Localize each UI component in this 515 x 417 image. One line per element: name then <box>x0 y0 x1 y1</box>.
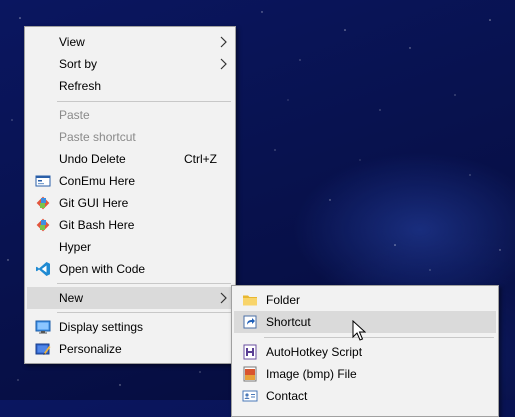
menu-item-open-with-code[interactable]: Open with Code <box>27 258 233 280</box>
submenu-item-image-bmp-file[interactable]: Image (bmp) File <box>234 363 496 385</box>
menu-item-label: Refresh <box>59 79 102 93</box>
menu-item-hyper[interactable]: Hyper <box>27 236 233 258</box>
menu-item-label: New <box>59 291 84 305</box>
submenu-item-autohotkey-script[interactable]: AutoHotkey Script <box>234 341 496 363</box>
autohotkey-icon <box>243 344 257 360</box>
menu-item-paste-shortcut: Paste shortcut <box>27 126 233 148</box>
bmp-icon <box>243 366 257 382</box>
menu-item-paste: Paste <box>27 104 233 126</box>
vscode-icon <box>36 262 50 276</box>
submenu-item-contact[interactable]: Contact <box>234 385 496 407</box>
menu-item-label: Git Bash Here <box>59 218 135 232</box>
menu-item-git-gui-here[interactable]: Git GUI Here <box>27 192 233 214</box>
menu-item-label: Personalize <box>59 342 122 356</box>
submenu-item-folder[interactable]: Folder <box>234 289 496 311</box>
menu-item-view[interactable]: View <box>27 31 233 53</box>
menu-item-label: Hyper <box>59 240 92 254</box>
chevron-right-icon <box>220 58 227 70</box>
menu-item-label: Paste shortcut <box>59 130 136 144</box>
new-submenu: Folder Shortcut AutoHotkey Script Image … <box>231 285 499 417</box>
menu-separator <box>57 101 231 102</box>
menu-separator <box>57 283 231 284</box>
submenu-item-label: Image (bmp) File <box>266 367 357 381</box>
submenu-item-label: Folder <box>266 293 301 307</box>
submenu-item-label: Contact <box>266 389 308 403</box>
menu-separator <box>264 337 494 338</box>
menu-item-label: Paste <box>59 108 90 122</box>
chevron-right-icon <box>220 36 227 48</box>
menu-item-git-bash-here[interactable]: Git Bash Here <box>27 214 233 236</box>
menu-item-label: ConEmu Here <box>59 174 136 188</box>
keyboard-shortcut: Ctrl+Z <box>184 152 217 166</box>
personalize-icon <box>35 343 51 355</box>
conemu-icon <box>35 175 51 187</box>
menu-item-sort-by[interactable]: Sort by <box>27 53 233 75</box>
contact-icon <box>242 390 258 402</box>
menu-separator <box>57 312 231 313</box>
menu-item-conemu-here[interactable]: ConEmu Here <box>27 170 233 192</box>
chevron-right-icon <box>220 292 227 304</box>
menu-item-display-settings[interactable]: Display settings <box>27 316 233 338</box>
git-icon <box>36 196 50 210</box>
menu-item-new[interactable]: New <box>27 287 233 309</box>
menu-item-label: Git GUI Here <box>59 196 129 210</box>
shortcut-icon <box>243 315 257 329</box>
submenu-item-label: Shortcut <box>266 315 311 329</box>
mouse-pointer-icon <box>352 320 366 341</box>
menu-item-label: Display settings <box>59 320 144 334</box>
menu-item-label: Open with Code <box>59 262 146 276</box>
desktop-context-menu: View Sort by Refresh Paste Paste shortcu… <box>24 26 236 364</box>
menu-item-label: Sort by <box>59 57 98 71</box>
submenu-item-label: AutoHotkey Script <box>266 345 363 359</box>
menu-item-refresh[interactable]: Refresh <box>27 75 233 97</box>
display-icon <box>35 320 51 334</box>
menu-item-label: View <box>59 35 85 49</box>
git-icon <box>36 218 50 232</box>
menu-item-personalize[interactable]: Personalize <box>27 338 233 360</box>
menu-item-label: Undo Delete <box>59 152 126 166</box>
menu-item-undo-delete[interactable]: Undo Delete Ctrl+Z <box>27 148 233 170</box>
folder-icon <box>243 295 257 306</box>
